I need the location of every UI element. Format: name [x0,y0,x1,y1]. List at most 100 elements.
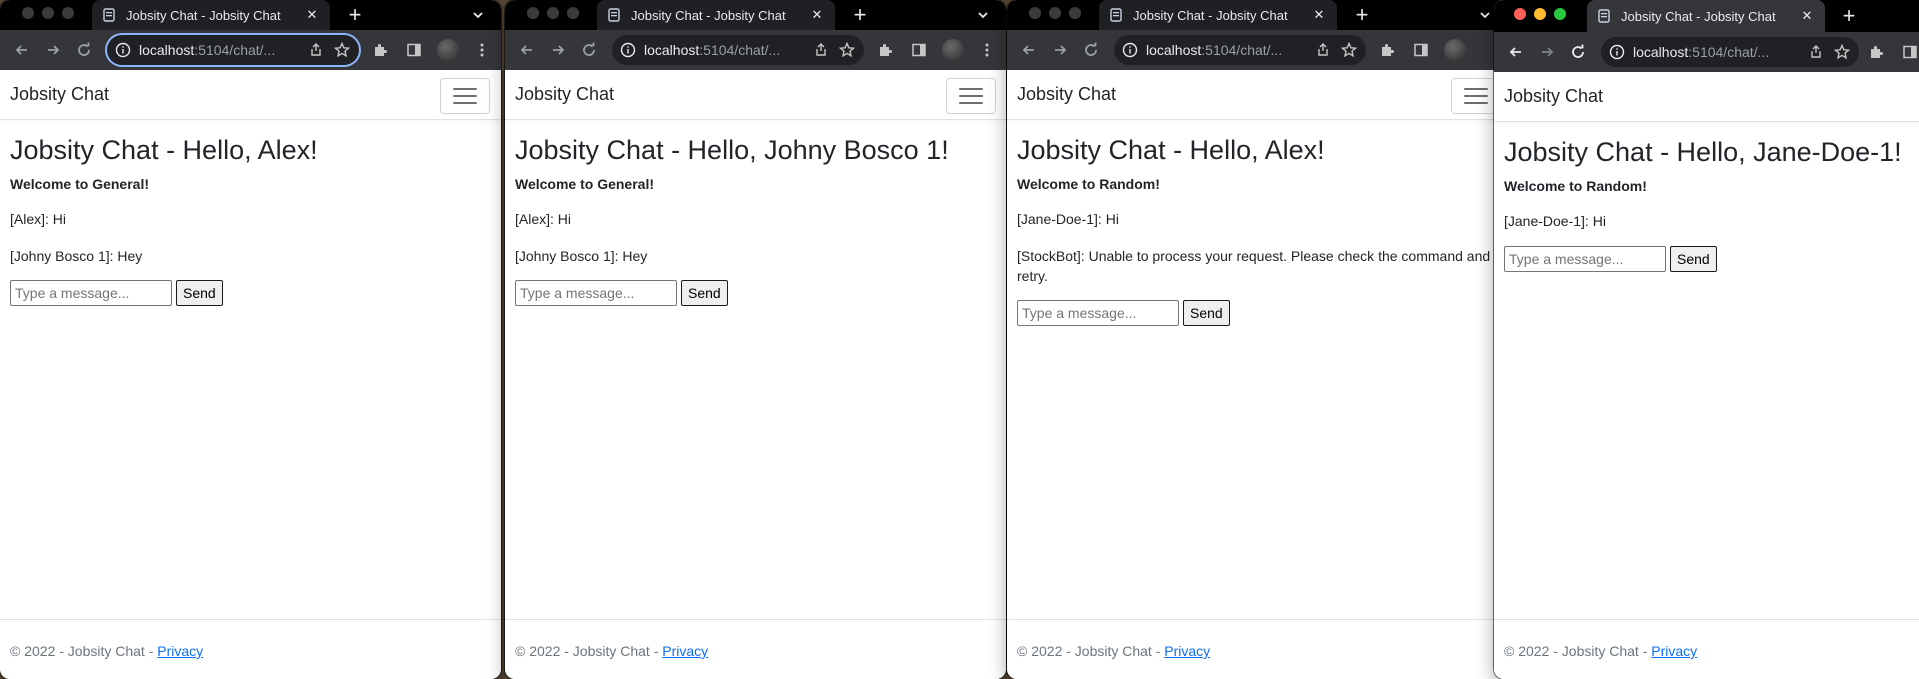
zoom-window-button[interactable] [62,7,74,19]
extensions-icon[interactable] [366,36,394,64]
page-viewport: Jobsity Chat Jobsity Chat - Hello, Alex!… [0,70,501,679]
navbar: Jobsity Chat [1007,70,1508,120]
extensions-icon[interactable] [1862,38,1890,66]
new-tab-button[interactable]: + [847,2,873,28]
privacy-link[interactable]: Privacy [157,643,203,659]
side-panel-icon[interactable] [905,36,933,64]
star-icon[interactable] [838,41,856,59]
forward-icon[interactable] [1533,38,1561,66]
chevron-down-icon[interactable] [976,8,990,22]
share-icon[interactable] [812,41,830,59]
zoom-window-button[interactable] [1069,7,1081,19]
chat-message: [Johny Bosco 1]: Hey [10,247,143,264]
browser-tab[interactable]: Jobsity Chat - Jobsity Chat ✕ [1099,0,1337,30]
star-icon[interactable] [1340,41,1358,59]
extensions-icon[interactable] [871,36,899,64]
privacy-link[interactable]: Privacy [1164,643,1210,659]
window-controls [527,7,579,19]
share-icon[interactable] [1807,43,1825,61]
share-icon[interactable] [1314,41,1332,59]
close-window-button[interactable] [1029,7,1041,19]
hamburger-menu-icon[interactable] [440,78,490,114]
footer-copyright: © 2022 - Jobsity Chat - [515,643,659,659]
share-icon[interactable] [307,41,325,59]
browser-tab[interactable]: Jobsity Chat - Jobsity Chat ✕ [92,0,330,30]
new-tab-button[interactable]: + [1836,3,1862,29]
message-input[interactable] [10,279,172,306]
close-icon[interactable]: ✕ [1311,7,1327,23]
hamburger-menu-icon[interactable] [946,78,996,114]
back-icon[interactable] [1015,36,1043,64]
close-icon[interactable]: ✕ [809,7,825,23]
more-menu-icon[interactable] [468,36,496,64]
star-icon[interactable] [333,41,351,59]
avatar[interactable] [1441,36,1469,64]
navbar-brand[interactable]: Jobsity Chat [515,84,614,105]
close-window-button[interactable] [1514,8,1526,20]
send-button[interactable]: Send [1670,245,1717,272]
message-input[interactable] [1017,300,1179,327]
new-tab-button[interactable]: + [342,2,368,28]
title-bar: Jobsity Chat - Jobsity Chat ✕ + [0,0,501,30]
navbar-brand[interactable]: Jobsity Chat [1504,86,1603,107]
privacy-link[interactable]: Privacy [662,643,708,659]
back-icon[interactable] [8,36,36,64]
info-icon[interactable] [115,42,131,58]
info-icon[interactable] [1122,42,1138,58]
chevron-down-icon[interactable] [1478,8,1492,22]
reload-icon[interactable] [575,36,603,64]
url-path: :5104/chat/... [1201,42,1283,58]
side-panel-icon[interactable] [1407,36,1435,64]
address-bar[interactable]: localhost:5104/chat/... [612,35,864,65]
close-window-button[interactable] [22,7,34,19]
navbar-brand[interactable]: Jobsity Chat [10,84,109,105]
browser-tab[interactable]: Jobsity Chat - Jobsity Chat ✕ [1587,0,1825,32]
footer-copyright: © 2022 - Jobsity Chat - [1504,643,1648,659]
close-icon[interactable]: ✕ [1799,8,1815,24]
back-icon[interactable] [1502,38,1530,66]
new-tab-button[interactable]: + [1349,2,1375,28]
zoom-window-button[interactable] [567,7,579,19]
address-bar[interactable]: localhost:5104/chat/... [1601,37,1859,67]
footer: © 2022 - Jobsity Chat - Privacy [0,619,501,679]
more-menu-icon[interactable] [973,36,1001,64]
minimize-window-button[interactable] [1534,8,1546,20]
reload-icon[interactable] [1077,36,1105,64]
forward-icon[interactable] [544,36,572,64]
back-icon[interactable] [513,36,541,64]
send-button[interactable]: Send [681,279,728,306]
send-button[interactable]: Send [176,279,223,306]
send-button[interactable]: Send [1183,300,1230,327]
message-input[interactable] [1504,245,1666,272]
forward-icon[interactable] [1046,36,1074,64]
close-icon[interactable]: ✕ [304,7,320,23]
zoom-window-button[interactable] [1554,8,1566,20]
info-icon[interactable] [620,42,636,58]
browser-tab[interactable]: Jobsity Chat - Jobsity Chat ✕ [597,0,835,30]
address-bar[interactable]: localhost:5104/chat/... [107,35,359,65]
side-panel-icon[interactable] [400,36,428,64]
privacy-link[interactable]: Privacy [1651,643,1697,659]
minimize-window-button[interactable] [42,7,54,19]
address-bar[interactable]: localhost:5104/chat/... [1114,35,1366,65]
info-icon[interactable] [1609,44,1625,60]
url-host: localhost [644,42,700,58]
chat-content: Jobsity Chat - Hello, Alex! Welcome to G… [0,120,501,306]
navbar-brand[interactable]: Jobsity Chat [1017,84,1116,105]
reload-icon[interactable] [70,36,98,64]
chevron-down-icon[interactable] [471,8,485,22]
minimize-window-button[interactable] [547,7,559,19]
reload-icon[interactable] [1564,38,1592,66]
avatar[interactable] [434,36,462,64]
side-panel-icon[interactable] [1896,38,1919,66]
minimize-window-button[interactable] [1049,7,1061,19]
document-icon [102,8,116,22]
message-input[interactable] [515,279,677,306]
extensions-icon[interactable] [1373,36,1401,64]
window-controls [1514,8,1566,20]
title-bar: Jobsity Chat - Jobsity Chat ✕ + [1007,0,1508,30]
forward-icon[interactable] [39,36,67,64]
avatar[interactable] [939,36,967,64]
close-window-button[interactable] [527,7,539,19]
star-icon[interactable] [1833,43,1851,61]
